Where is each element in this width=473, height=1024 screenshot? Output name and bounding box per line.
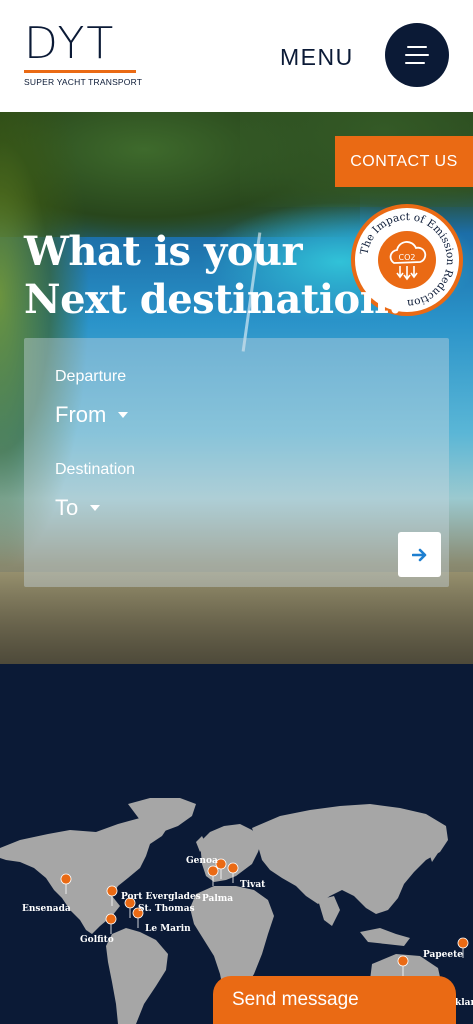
hero-section: CONTACT US The Impact of Emission Reduct… [0, 112, 473, 664]
logo-underline [24, 70, 136, 73]
contact-us-button[interactable]: CONTACT US [335, 136, 473, 187]
chevron-down-icon [118, 412, 129, 418]
location-label[interactable]: Le Marin [145, 924, 191, 934]
menu-label[interactable]: MENU [280, 44, 354, 71]
headline-line-2: Next destination. [24, 276, 402, 323]
location-label[interactable]: Genoa [186, 856, 218, 866]
world-map [0, 798, 469, 1024]
departure-select[interactable]: From [55, 402, 129, 428]
logo-tagline: SUPER YACHT TRANSPORT [24, 77, 143, 87]
departure-value: From [55, 402, 107, 427]
world-map-section: Ensenada Port Everglades St. Thomas Golf… [0, 664, 473, 1024]
destination-label: Destination [55, 461, 136, 478]
location-label[interactable]: Golfito [80, 935, 114, 945]
arrow-right-icon [411, 548, 426, 561]
send-message-button[interactable]: Send message [213, 976, 456, 1024]
chevron-down-icon [90, 505, 101, 511]
site-header: DYT SUPER YACHT TRANSPORT MENU [0, 0, 473, 112]
location-label[interactable]: St. Thomas [138, 904, 195, 914]
location-label[interactable]: Palma [202, 894, 233, 904]
departure-label: Departure [55, 368, 127, 385]
route-search-form: Departure From Destination To [24, 338, 449, 587]
location-label[interactable]: Papeete [423, 950, 463, 960]
destination-value: To [55, 495, 79, 520]
hero-headline: What is your Next destination. [24, 228, 444, 324]
location-pin-icon [105, 913, 117, 935]
dyt-logo[interactable]: DYT SUPER YACHT TRANSPORT [24, 18, 142, 88]
continent-north-america [0, 814, 170, 934]
destination-select[interactable]: To [55, 495, 101, 521]
headline-line-1: What is your [24, 228, 303, 275]
logo-letters: DYT [24, 18, 116, 69]
location-label[interactable]: Tivat [240, 880, 265, 890]
location-label[interactable]: klan [455, 998, 473, 1008]
search-submit-button[interactable] [398, 532, 441, 577]
continent-south-america [106, 928, 168, 1024]
landmass-indonesia [360, 928, 410, 946]
landmass-india [318, 896, 340, 926]
continent-asia [252, 804, 448, 914]
hamburger-menu-button[interactable] [385, 23, 449, 87]
location-label[interactable]: Port Everglades [121, 892, 201, 902]
location-label[interactable]: Ensenada [22, 904, 71, 914]
menu-line-icon [405, 54, 429, 56]
menu-line-icon [407, 46, 427, 48]
menu-line-icon [405, 62, 425, 64]
